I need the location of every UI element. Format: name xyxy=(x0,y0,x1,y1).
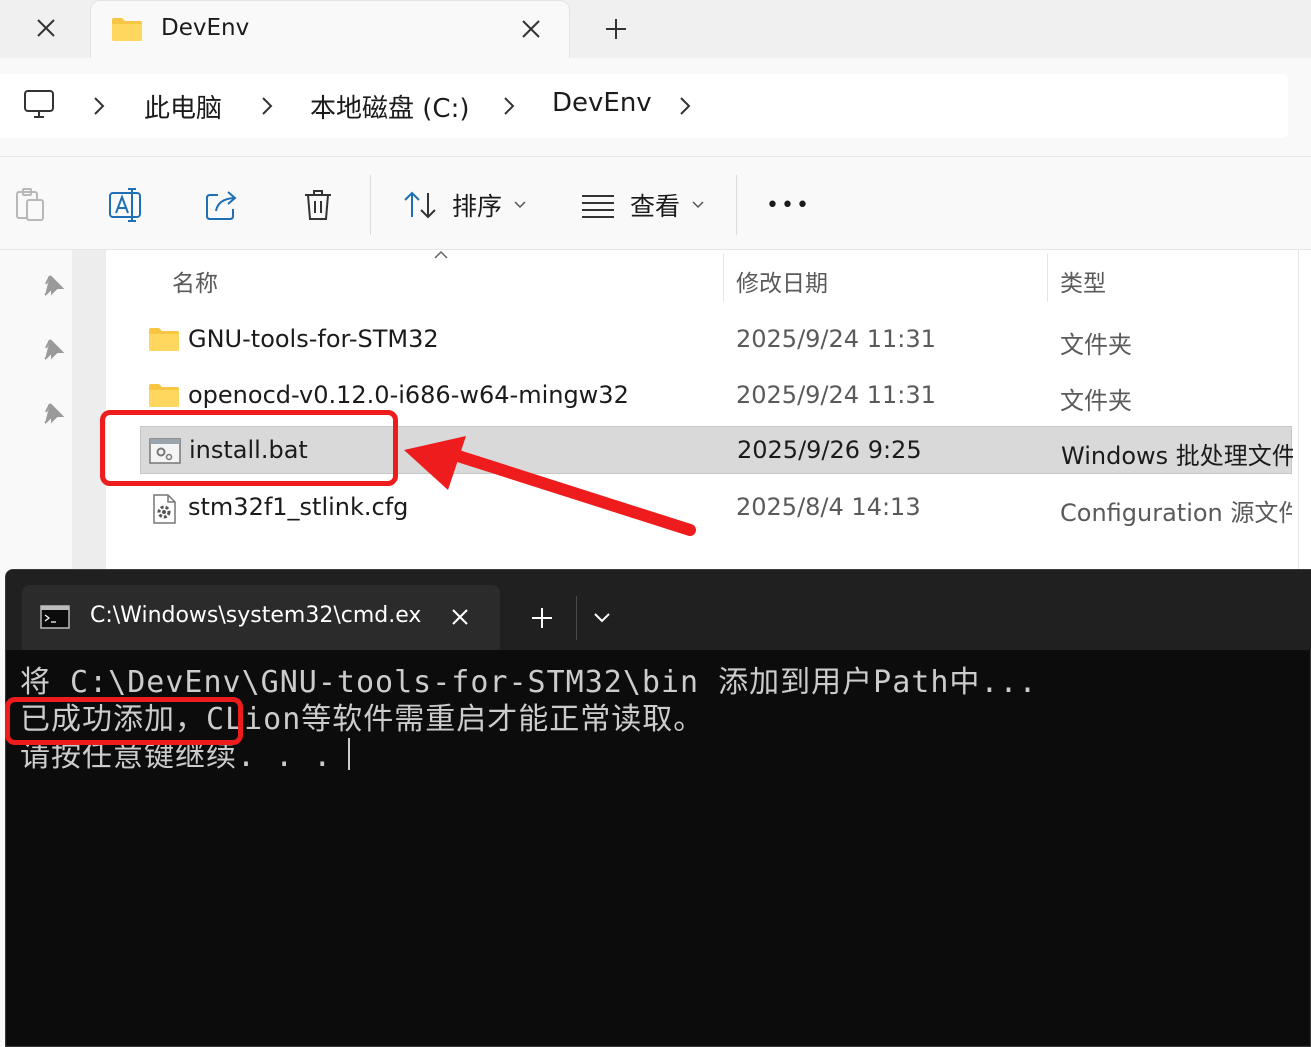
command-bar: 排序 查看 ••• xyxy=(0,156,1311,250)
text-cursor xyxy=(348,738,351,770)
file-name: GNU-tools-for-STM32 xyxy=(188,325,439,353)
close-icon xyxy=(37,19,55,37)
paste-icon xyxy=(16,188,44,221)
chevron-right-icon[interactable] xyxy=(260,96,274,116)
pin-icon[interactable] xyxy=(42,338,64,360)
toolbar-separator xyxy=(370,175,371,235)
explorer-tab-strip: DevEnv xyxy=(0,0,1311,58)
pin-icon[interactable] xyxy=(42,274,64,296)
file-row[interactable]: GNU-tools-for-STM32 2025/9/24 11:31 文件夹 xyxy=(140,316,1292,364)
file-modified: 2025/8/4 14:13 xyxy=(736,493,921,521)
file-type: 文件夹 xyxy=(1060,331,1132,359)
folder-icon xyxy=(149,384,179,407)
chevron-right-icon[interactable] xyxy=(92,96,106,116)
share-button[interactable] xyxy=(204,181,240,229)
paste-button[interactable] xyxy=(14,181,46,229)
breadcrumb-local-disk[interactable]: 本地磁盘 (C:) xyxy=(310,88,469,125)
close-previous-tab-button[interactable] xyxy=(20,8,72,48)
tab-close-button[interactable] xyxy=(511,11,551,47)
column-separator[interactable] xyxy=(1047,254,1048,302)
folder-icon xyxy=(112,18,142,41)
terminal-tab-bar: C:\Windows\system32\cmd.ex xyxy=(6,570,1311,650)
details-pane-edge xyxy=(1298,250,1311,570)
column-header-type[interactable]: 类型 xyxy=(1060,264,1106,298)
terminal-tab-title: C:\Windows\system32\cmd.ex xyxy=(90,603,422,628)
view-button[interactable]: 查看 xyxy=(580,181,704,229)
file-modified: 2025/9/26 9:25 xyxy=(737,436,922,464)
plus-icon xyxy=(532,608,552,628)
address-bar[interactable]: 此电脑 本地磁盘 (C:) DevEnv xyxy=(0,74,1288,138)
chevron-right-icon[interactable] xyxy=(678,96,692,116)
terminal-tab-close-button[interactable] xyxy=(442,599,478,635)
column-separator[interactable] xyxy=(723,254,724,302)
file-type: Windows 批处理文件 xyxy=(1061,442,1293,470)
rename-button[interactable] xyxy=(108,181,144,229)
close-icon xyxy=(452,609,468,625)
chevron-down-icon xyxy=(514,201,526,209)
close-icon xyxy=(522,20,540,38)
plus-icon xyxy=(606,19,626,39)
tab-devenv[interactable]: DevEnv xyxy=(90,0,570,58)
address-bar-area: 此电脑 本地磁盘 (C:) DevEnv xyxy=(0,58,1311,156)
this-pc-icon[interactable] xyxy=(22,88,56,122)
chevron-down-icon xyxy=(692,201,704,209)
config-file-icon xyxy=(153,494,176,524)
trash-icon xyxy=(305,190,331,220)
terminal-tab-cmd[interactable]: C:\Windows\system32\cmd.ex xyxy=(22,585,500,650)
share-icon xyxy=(206,191,237,220)
toolbar-separator xyxy=(736,175,737,235)
sort-button[interactable]: 排序 xyxy=(402,181,526,229)
sort-ascending-icon xyxy=(434,250,448,259)
terminal-bar-separator xyxy=(576,596,577,640)
terminal-dropdown-button[interactable] xyxy=(584,600,620,636)
view-label: 查看 xyxy=(630,192,681,221)
delete-button[interactable] xyxy=(302,181,334,229)
terminal-line: 将 C:\DevEnv\GNU-tools-for-STM32\bin 添加到用… xyxy=(20,665,1038,700)
annotation-highlight-install-bat xyxy=(100,410,398,486)
terminal-new-tab-button[interactable] xyxy=(522,600,562,636)
file-modified: 2025/9/24 11:31 xyxy=(736,381,936,409)
rename-icon xyxy=(109,188,141,222)
chevron-right-icon[interactable] xyxy=(502,96,516,116)
folder-icon xyxy=(149,328,179,351)
column-header-name[interactable]: 名称 xyxy=(172,264,218,298)
more-icon: ••• xyxy=(766,192,811,218)
cmd-icon xyxy=(40,605,70,629)
tab-title: DevEnv xyxy=(161,15,250,41)
file-name: stm32f1_stlink.cfg xyxy=(188,493,409,521)
column-header-modified[interactable]: 修改日期 xyxy=(736,264,828,298)
terminal-window: C:\Windows\system32\cmd.ex 将 C:\DevEnv\G… xyxy=(5,569,1311,1047)
breadcrumb-devenv[interactable]: DevEnv xyxy=(552,88,652,118)
pin-icon[interactable] xyxy=(42,402,64,424)
annotation-highlight-success xyxy=(5,697,243,745)
new-tab-button[interactable] xyxy=(596,10,636,48)
file-type: Configuration 源文件 xyxy=(1060,499,1292,527)
file-type: 文件夹 xyxy=(1060,387,1132,415)
file-name: openocd-v0.12.0-i686-w64-mingw32 xyxy=(188,381,629,409)
file-modified: 2025/9/24 11:31 xyxy=(736,325,936,353)
sort-label: 排序 xyxy=(452,192,503,221)
file-row[interactable]: stm32f1_stlink.cfg 2025/8/4 14:13 Config… xyxy=(140,484,1292,532)
breadcrumb-this-pc[interactable]: 此电脑 xyxy=(144,88,222,125)
more-options-button[interactable]: ••• xyxy=(766,181,811,229)
view-list-icon xyxy=(582,195,614,218)
chevron-down-icon xyxy=(594,613,610,623)
sort-icon xyxy=(404,191,436,219)
